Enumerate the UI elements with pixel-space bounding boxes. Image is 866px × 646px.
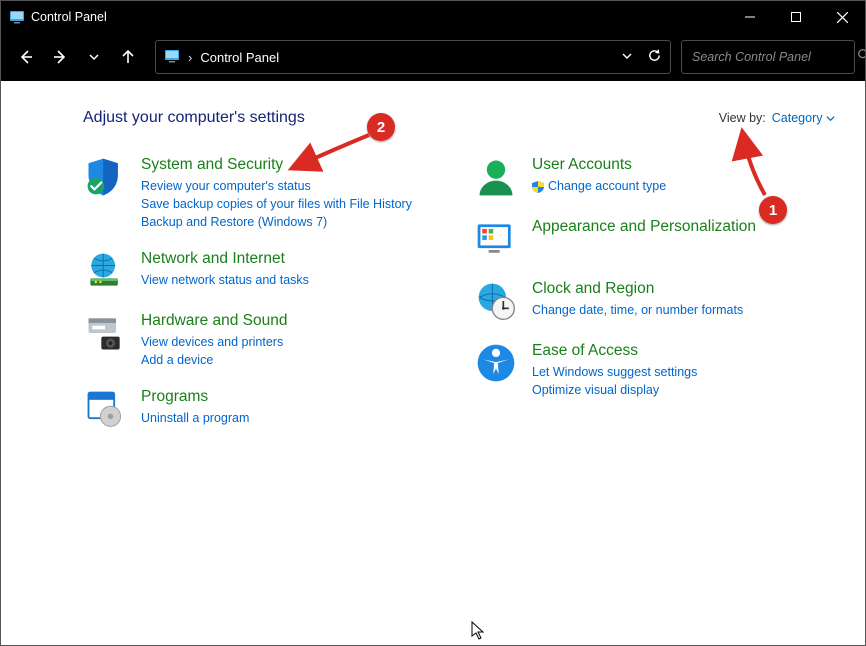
category-link[interactable]: Backup and Restore (Windows 7) bbox=[141, 213, 412, 231]
window: Control Panel › Control Panel bbox=[0, 0, 866, 646]
annotation-badge-1: 1 bbox=[759, 196, 787, 224]
titlebar: Control Panel bbox=[1, 1, 865, 33]
ease-of-access-icon bbox=[474, 341, 518, 385]
recent-locations-button[interactable] bbox=[79, 42, 109, 72]
category-ease-of-access: Ease of Access Let Windows suggest setti… bbox=[474, 341, 835, 399]
category-link[interactable]: Optimize visual display bbox=[532, 381, 697, 399]
category-link[interactable]: Add a device bbox=[141, 351, 288, 369]
view-by-dropdown[interactable]: Category bbox=[772, 111, 835, 125]
breadcrumb-location[interactable]: Control Panel bbox=[200, 50, 279, 65]
category-system-and-security: System and Security Review your computer… bbox=[83, 155, 444, 231]
user-accounts-icon bbox=[474, 155, 518, 199]
category-link[interactable]: Uninstall a program bbox=[141, 409, 249, 427]
search-box[interactable] bbox=[681, 40, 855, 74]
window-controls bbox=[727, 1, 865, 33]
refresh-button[interactable] bbox=[647, 48, 662, 66]
annotation-badge-2: 2 bbox=[367, 113, 395, 141]
titlebar-left: Control Panel bbox=[9, 9, 107, 25]
minimize-button[interactable] bbox=[727, 1, 773, 33]
category-link[interactable]: Change account type bbox=[532, 177, 666, 195]
category-programs: Programs Uninstall a program bbox=[83, 387, 444, 431]
view-by: View by: Category bbox=[719, 111, 835, 125]
category-link[interactable]: Let Windows suggest settings bbox=[532, 363, 697, 381]
mouse-cursor-icon bbox=[471, 621, 487, 646]
category-network-and-internet: Network and Internet View network status… bbox=[83, 249, 444, 293]
category-columns: System and Security Review your computer… bbox=[83, 155, 835, 449]
programs-icon bbox=[83, 387, 127, 431]
address-dropdown-button[interactable] bbox=[621, 50, 633, 65]
category-title[interactable]: Programs bbox=[141, 387, 249, 407]
page-heading: Adjust your computer's settings bbox=[83, 109, 305, 127]
system-and-security-icon bbox=[83, 155, 127, 199]
navbar: › Control Panel bbox=[1, 33, 865, 81]
category-title[interactable]: System and Security bbox=[141, 155, 412, 175]
search-input[interactable] bbox=[690, 49, 857, 65]
control-panel-icon bbox=[164, 48, 180, 67]
category-title[interactable]: Network and Internet bbox=[141, 249, 309, 269]
address-bar[interactable]: › Control Panel bbox=[155, 40, 671, 74]
maximize-button[interactable] bbox=[773, 1, 819, 33]
content-area: Adjust your computer's settings View by:… bbox=[1, 81, 865, 645]
left-column: System and Security Review your computer… bbox=[83, 155, 444, 449]
uac-shield-icon bbox=[532, 180, 544, 192]
category-link-text: Change account type bbox=[548, 177, 666, 195]
category-appearance-and-personalization: Appearance and Personalization bbox=[474, 217, 835, 261]
close-button[interactable] bbox=[819, 1, 865, 33]
network-and-internet-icon bbox=[83, 249, 127, 293]
category-title[interactable]: Clock and Region bbox=[532, 279, 743, 299]
category-hardware-and-sound: Hardware and Sound View devices and prin… bbox=[83, 311, 444, 369]
window-title: Control Panel bbox=[31, 10, 107, 24]
category-link[interactable]: View network status and tasks bbox=[141, 271, 309, 289]
category-user-accounts: User Accounts Change account type bbox=[474, 155, 835, 199]
category-title[interactable]: Ease of Access bbox=[532, 341, 697, 361]
category-link[interactable]: Save backup copies of your files with Fi… bbox=[141, 195, 412, 213]
category-title[interactable]: Hardware and Sound bbox=[141, 311, 288, 331]
category-title[interactable]: Appearance and Personalization bbox=[532, 217, 756, 237]
category-link[interactable]: Change date, time, or number formats bbox=[532, 301, 743, 319]
view-by-value: Category bbox=[772, 111, 823, 125]
back-button[interactable] bbox=[11, 42, 41, 72]
forward-button[interactable] bbox=[45, 42, 75, 72]
category-title[interactable]: User Accounts bbox=[532, 155, 666, 175]
category-clock-and-region: Clock and Region Change date, time, or n… bbox=[474, 279, 835, 323]
clock-and-region-icon bbox=[474, 279, 518, 323]
breadcrumb-separator: › bbox=[188, 50, 192, 65]
search-icon[interactable] bbox=[857, 48, 866, 67]
control-panel-icon bbox=[9, 9, 25, 25]
view-by-label: View by: bbox=[719, 111, 766, 125]
category-link[interactable]: View devices and printers bbox=[141, 333, 288, 351]
hardware-and-sound-icon bbox=[83, 311, 127, 355]
up-button[interactable] bbox=[113, 42, 143, 72]
category-link[interactable]: Review your computer's status bbox=[141, 177, 412, 195]
appearance-and-personalization-icon bbox=[474, 217, 518, 261]
